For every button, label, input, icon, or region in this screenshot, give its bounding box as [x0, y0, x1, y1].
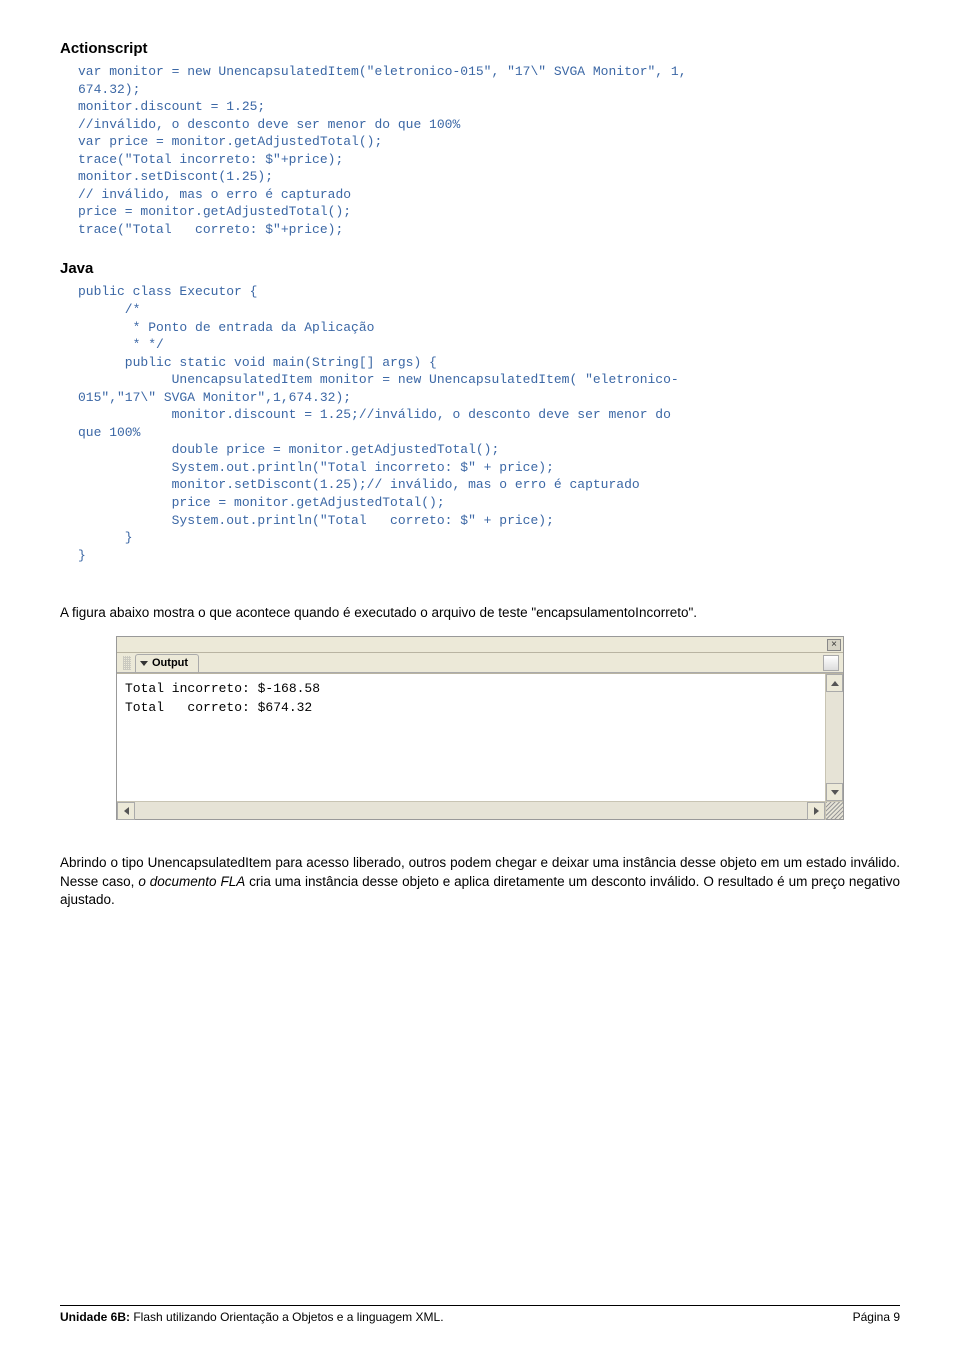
- code-block-java: public class Executor { /* * Ponto de en…: [78, 283, 900, 564]
- tab-label: Output: [152, 657, 188, 669]
- section-heading-actionscript: Actionscript: [60, 40, 900, 57]
- panel-tab-row: Output: [117, 653, 843, 673]
- page-footer: Unidade 6B: Flash utilizando Orientação …: [60, 1305, 900, 1324]
- scroll-track[interactable]: [826, 692, 843, 783]
- tab-output[interactable]: Output: [135, 654, 199, 672]
- scroll-left-icon[interactable]: [117, 802, 135, 820]
- grip-icon[interactable]: [123, 656, 131, 670]
- scroll-track-h[interactable]: [135, 802, 807, 819]
- horizontal-scrollbar[interactable]: [117, 801, 843, 819]
- output-panel: × Output Total incorreto: $-168.58 Total…: [116, 636, 844, 820]
- scroll-right-icon[interactable]: [807, 802, 825, 820]
- scroll-up-icon[interactable]: [826, 674, 843, 692]
- footer-unit-rest: Flash utilizando Orientação a Objetos e …: [130, 1310, 444, 1324]
- paragraph-explanation: Abrindo o tipo UnencapsulatedItem para a…: [60, 854, 900, 909]
- vertical-scrollbar[interactable]: [825, 674, 843, 801]
- panel-titlebar: ×: [117, 637, 843, 653]
- footer-left: Unidade 6B: Flash utilizando Orientação …: [60, 1310, 444, 1324]
- close-icon[interactable]: ×: [827, 639, 841, 651]
- section-heading-java: Java: [60, 260, 900, 277]
- scroll-down-icon[interactable]: [826, 783, 843, 801]
- resize-grip-icon[interactable]: [825, 802, 843, 820]
- paragraph-figure-intro: A figura abaixo mostra o que acontece qu…: [60, 604, 900, 622]
- chevron-down-icon: [140, 661, 148, 666]
- para2-italic: o documento FLA: [138, 874, 245, 889]
- footer-unit-bold: Unidade 6B:: [60, 1310, 130, 1324]
- output-text: Total incorreto: $-168.58 Total correto:…: [117, 674, 825, 801]
- panel-body: Total incorreto: $-168.58 Total correto:…: [117, 673, 843, 801]
- footer-page-number: Página 9: [853, 1310, 900, 1324]
- code-block-actionscript: var monitor = new UnencapsulatedItem("el…: [78, 63, 900, 238]
- panel-options-icon[interactable]: [823, 655, 839, 671]
